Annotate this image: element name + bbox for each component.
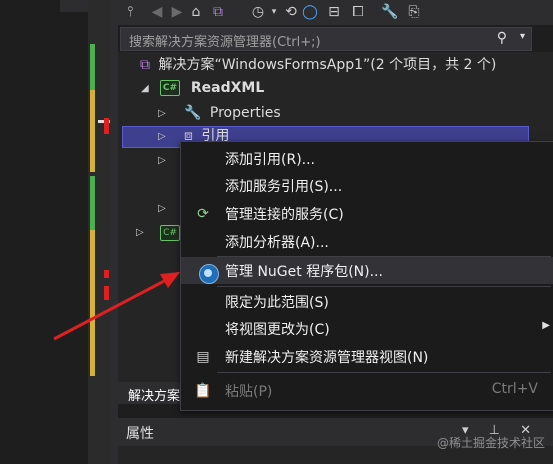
solution-icon: ⧉: [140, 57, 150, 73]
collapse-arrow-icon[interactable]: ▷: [158, 108, 166, 119]
editor-scrollbar[interactable]: [88, 0, 110, 464]
collapse-arrow-icon[interactable]: ▷: [158, 203, 166, 214]
solution-label: 解决方案“WindowsFormsApp1”(2 个项目，共 2 个): [158, 57, 497, 73]
code-editor[interactable]: [0, 0, 88, 464]
collapse-arrow-icon[interactable]: ▷: [158, 155, 166, 166]
git-modified-marker: [90, 90, 95, 172]
csharp-project-icon: C#: [160, 225, 180, 241]
split-icon[interactable]: ⫯: [120, 2, 140, 22]
menu-item-manage-connected-services[interactable]: ⟳ 管理连接的服务(C): [181, 200, 553, 227]
pending-changes-icon[interactable]: ◷: [248, 2, 268, 22]
menu-separator: [217, 286, 551, 287]
error-marker: [104, 286, 109, 300]
search-icon[interactable]: ⚲: [497, 30, 507, 46]
git-modified-marker: [90, 230, 95, 376]
new-view-icon: ▤: [196, 349, 210, 365]
nuget-icon: [193, 261, 219, 284]
connected-services-icon: ⟳: [197, 206, 209, 222]
collapse-arrow-icon[interactable]: ▷: [158, 131, 166, 142]
back-icon[interactable]: ◀: [148, 2, 166, 22]
switch-views-icon[interactable]: ⧉: [208, 2, 228, 22]
tree-item-solution[interactable]: ⧉ 解决方案“WindowsFormsApp1”(2 个项目，共 2 个): [140, 54, 496, 76]
sync-icon[interactable]: ⟲: [282, 2, 300, 22]
watermark: @稀土掘金技术社区: [436, 436, 545, 450]
menu-item-change-view-to[interactable]: 将视图更改为(C) ▶: [181, 315, 553, 342]
tree-item-second-project[interactable]: C#: [160, 222, 180, 244]
chevron-down-icon[interactable]: ▾: [520, 31, 525, 42]
editor-dropdown[interactable]: [60, 0, 88, 12]
submenu-arrow-icon: ▶: [542, 320, 550, 331]
search-box[interactable]: 搜索解决方案资源管理器(Ctrl+;) ⚲ ▾: [120, 27, 532, 51]
project-label: ReadXML: [190, 80, 265, 96]
menu-separator: [217, 372, 551, 373]
git-added-marker: [90, 176, 95, 230]
menu-item-add-reference[interactable]: 添加引用(R)...: [181, 145, 553, 172]
menu-item-add-service-reference[interactable]: 添加服务引用(S)...: [181, 172, 553, 199]
csharp-project-icon: C#: [160, 80, 180, 96]
tree-item-properties[interactable]: 🔧 Properties: [184, 102, 281, 124]
preview-selected-icon[interactable]: ⎘: [402, 2, 426, 22]
error-marker: [104, 118, 109, 134]
panel-splitter[interactable]: [110, 0, 118, 464]
error-marker: [104, 270, 109, 278]
collapse-arrow-icon[interactable]: ▷: [136, 227, 144, 238]
forward-icon[interactable]: ▶: [168, 2, 186, 22]
expand-arrow-icon[interactable]: ◢: [141, 83, 149, 94]
menu-item-new-solution-explorer-view[interactable]: ▤ 新建解决方案资源管理器视图(N): [181, 343, 553, 370]
menu-item-scope-to-this[interactable]: 限定为此范围(S): [181, 288, 553, 315]
tab-label: 解决方案: [128, 389, 181, 404]
menu-item-manage-nuget-packages[interactable]: 管理 NuGet 程序包(N)...: [181, 257, 553, 284]
search-input[interactable]: 搜索解决方案资源管理器(Ctrl+;): [129, 31, 321, 50]
refresh-icon[interactable]: ◯: [300, 2, 320, 22]
chevron-down-icon[interactable]: ▾: [268, 2, 280, 22]
nuget-icon-dot: [204, 269, 212, 277]
show-all-files-icon[interactable]: ⧠: [348, 2, 368, 22]
menu-item-add-analyzer[interactable]: 添加分析器(A)...: [181, 228, 553, 255]
tree-item-project[interactable]: C# ReadXML: [160, 77, 264, 99]
git-added-marker: [90, 44, 95, 90]
paste-shortcut: Ctrl+V: [491, 381, 538, 397]
home-icon[interactable]: ⌂: [186, 2, 206, 22]
properties-label: Properties: [209, 105, 281, 121]
solution-explorer-toolbar: ⫯ ◀ ▶ ⌂ ⧉ ◷ ▾ ⟲ ◯ ⊟ ⧠ 🔧 ⎘: [118, 0, 553, 25]
context-menu: 添加引用(R)... 添加服务引用(S)... ⟳ 管理连接的服务(C) 添加分…: [180, 141, 553, 411]
paste-icon: 📋: [194, 383, 212, 399]
properties-title: 属性: [126, 426, 154, 442]
properties-wrench-icon[interactable]: 🔧: [380, 2, 400, 22]
wrench-icon: 🔧: [184, 105, 202, 121]
menu-item-paste[interactable]: 📋 粘贴(P) Ctrl+V: [181, 377, 553, 404]
collapse-all-icon[interactable]: ⊟: [324, 2, 344, 22]
nuget-icon-disc: [199, 264, 219, 284]
